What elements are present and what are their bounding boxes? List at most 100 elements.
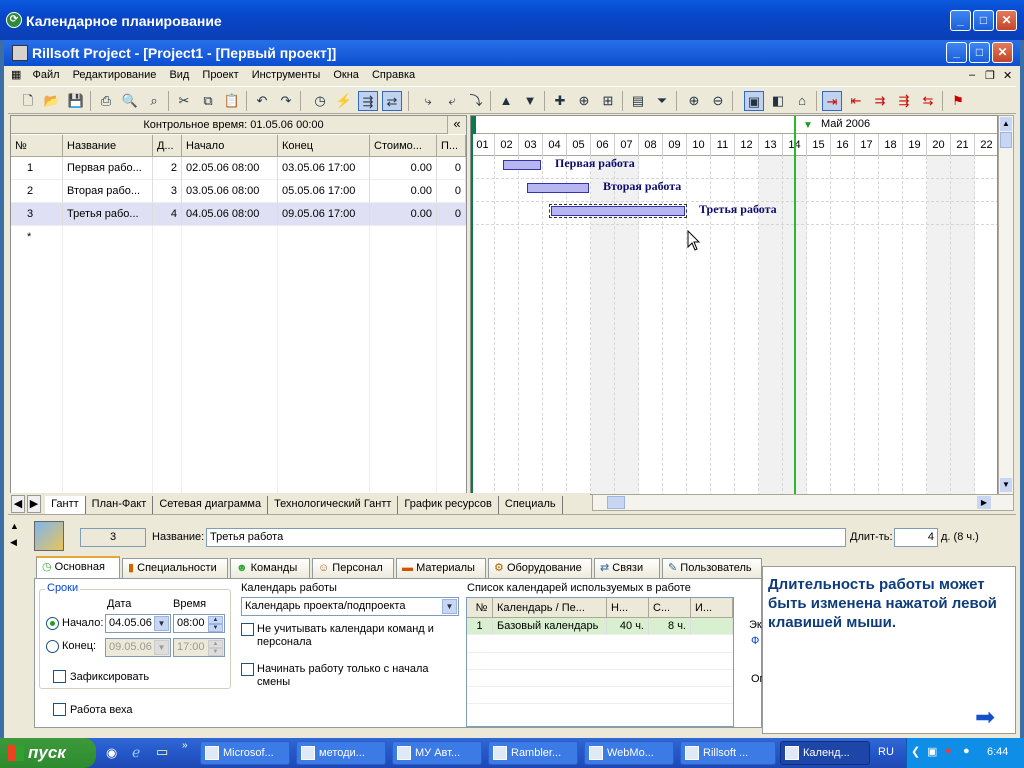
arrows-2-icon[interactable]: ⇤ bbox=[846, 91, 866, 111]
start-button[interactable]: пуск bbox=[0, 738, 96, 768]
tray-expand-icon[interactable]: ❮ bbox=[911, 745, 920, 758]
tab-network[interactable]: Сетевая диаграмма bbox=[153, 496, 269, 514]
fixed-checkbox[interactable] bbox=[53, 670, 66, 683]
tab-scroll-right-icon[interactable]: ▶ bbox=[27, 495, 41, 513]
arrows-4-icon[interactable]: ⇶ bbox=[894, 91, 914, 111]
outdent-icon[interactable]: ⤶ bbox=[442, 91, 462, 111]
next-arrow-icon[interactable]: ➡ bbox=[975, 703, 995, 732]
outer-title-bar[interactable]: ⟳ Календарное планирование _ □ ✕ bbox=[0, 0, 1024, 40]
quicklaunch-more-icon[interactable]: » bbox=[182, 740, 188, 751]
print-preview-icon[interactable]: 🔍 bbox=[120, 91, 140, 111]
row-name[interactable]: Вторая рабо... bbox=[63, 180, 153, 203]
copy-icon[interactable]: ⧉ bbox=[198, 91, 218, 111]
arrows-5-icon[interactable]: ⇆ bbox=[918, 91, 938, 111]
row-end[interactable]: 05.05.06 17:00 bbox=[278, 180, 370, 203]
subtab-personnel[interactable]: ☺ Персонал bbox=[312, 558, 394, 579]
chevron-down-icon[interactable]: ▼ bbox=[442, 599, 457, 614]
row-p[interactable]: 0 bbox=[437, 157, 466, 180]
inner-maximize-button[interactable]: □ bbox=[969, 42, 990, 63]
tab-tech-gantt[interactable]: Технологический Гантт bbox=[268, 496, 399, 514]
ignore-team-cal-checkbox[interactable] bbox=[241, 623, 254, 636]
messenger-icon[interactable]: ● bbox=[963, 745, 970, 757]
undo-icon[interactable]: ↶ bbox=[252, 91, 272, 111]
menu-edit[interactable]: Редактирование bbox=[68, 67, 162, 83]
subtab-user[interactable]: ✎ Пользователь bbox=[662, 558, 762, 579]
antivirus-icon[interactable]: ● bbox=[945, 745, 952, 757]
arrows-3-icon[interactable]: ⇉ bbox=[870, 91, 890, 111]
taskbar-item[interactable]: Microsof... bbox=[200, 741, 290, 765]
spin-up-icon[interactable]: ▲ bbox=[208, 616, 223, 624]
row-cost[interactable]: 0.00 bbox=[370, 157, 437, 180]
row-p[interactable]: 0 bbox=[437, 203, 466, 226]
zoom-in-icon[interactable]: ⊕ bbox=[684, 91, 704, 111]
inner-minimize-button[interactable]: _ bbox=[946, 42, 967, 63]
menu-help[interactable]: Справка bbox=[367, 67, 420, 83]
subtab-teams[interactable]: ☻ Команды bbox=[230, 558, 310, 579]
find-icon[interactable]: ⌕ bbox=[144, 91, 164, 111]
inner-title-bar[interactable]: Rillsoft Project - [Project1 - [Первый п… bbox=[4, 40, 1020, 66]
mdi-minimize-icon[interactable]: – bbox=[964, 67, 980, 83]
col-header-duration[interactable]: Д... bbox=[153, 135, 182, 157]
row-duration[interactable]: 3 bbox=[153, 180, 182, 203]
mdi-close-icon[interactable]: ✕ bbox=[998, 67, 1017, 84]
gantt-task-bar[interactable] bbox=[527, 183, 589, 193]
row-name[interactable]: Первая рабо... bbox=[63, 157, 153, 180]
subtab-main[interactable]: ◷ Основная bbox=[36, 556, 120, 579]
print-icon[interactable]: ⎙ bbox=[96, 91, 116, 111]
start-date-field[interactable]: 04.05.06 ▼ bbox=[105, 614, 171, 633]
row-duration[interactable]: 2 bbox=[153, 157, 182, 180]
subtab-links[interactable]: ⇄ Связи bbox=[594, 558, 660, 579]
tab-plan-fact[interactable]: План-Факт bbox=[86, 496, 154, 514]
network-icon[interactable]: ▣ bbox=[927, 745, 937, 758]
panel-up-icon[interactable]: ▲ bbox=[10, 521, 19, 531]
milestone-icon[interactable]: ⚑ bbox=[948, 91, 968, 111]
gantt-chart[interactable]: ▼ Май 2006 01020304050607080910111213141… bbox=[470, 115, 998, 495]
view-mode-2-icon[interactable]: ⇄ bbox=[382, 91, 402, 111]
scroll-thumb[interactable] bbox=[1000, 132, 1012, 148]
milestone-checkbox[interactable] bbox=[53, 703, 66, 716]
menu-file[interactable]: Файл bbox=[27, 67, 64, 83]
gantt-horizontal-scrollbar[interactable]: ▶ bbox=[592, 494, 1014, 511]
tab-scroll-left-icon[interactable]: ◀ bbox=[11, 495, 25, 513]
inner-close-button[interactable]: ✕ bbox=[992, 42, 1013, 63]
paste-icon[interactable]: 📋 bbox=[222, 91, 242, 111]
calendar-select[interactable]: Календарь проекта/подпроекта ▼ bbox=[241, 597, 459, 616]
menu-app-icon[interactable]: ▦ bbox=[8, 66, 24, 83]
arrows-1-icon[interactable]: ⇥ bbox=[822, 91, 842, 111]
scroll-up-icon[interactable]: ▲ bbox=[1000, 117, 1012, 131]
new-row-marker[interactable]: * bbox=[11, 226, 63, 249]
calendar-list-table[interactable]: № Календарь / Пе... Н... С... И... 1 Баз… bbox=[466, 597, 734, 727]
outlook-icon[interactable]: ◉ bbox=[106, 745, 117, 761]
menu-view[interactable]: Вид bbox=[164, 67, 194, 83]
maximize-button[interactable]: □ bbox=[973, 10, 994, 31]
tab-resource-graph[interactable]: График ресурсов bbox=[398, 496, 499, 514]
move-down-icon[interactable]: ▼ bbox=[520, 91, 540, 111]
cal-col-num[interactable]: № bbox=[467, 598, 493, 618]
open-icon[interactable]: 📂 bbox=[42, 91, 62, 111]
taskbar-item[interactable]: WebMo... bbox=[584, 741, 674, 765]
row-start[interactable]: 02.05.06 08:00 bbox=[182, 157, 278, 180]
panel-left-icon[interactable]: ◀ bbox=[10, 537, 17, 548]
language-indicator[interactable]: RU bbox=[878, 746, 894, 758]
clock[interactable]: 6:44 bbox=[987, 746, 1008, 758]
new-icon[interactable]: 🗋 bbox=[18, 91, 38, 111]
start-time-field[interactable]: 08:00 ▲ ▼ bbox=[173, 614, 225, 633]
row-start[interactable]: 04.05.06 08:00 bbox=[182, 203, 278, 226]
col-header-start[interactable]: Начало bbox=[182, 135, 278, 157]
export-icon[interactable]: ⌂ bbox=[792, 91, 812, 111]
subtab-specialties[interactable]: ▮ Специальности bbox=[122, 558, 228, 579]
gantt-task-bar[interactable] bbox=[549, 204, 687, 218]
row-name[interactable]: Третья рабо... bbox=[63, 203, 153, 226]
menu-project[interactable]: Проект bbox=[197, 67, 243, 83]
minimize-button[interactable]: _ bbox=[950, 10, 971, 31]
col-header-name[interactable]: Название bbox=[63, 135, 153, 157]
link-icon[interactable]: ⚡ bbox=[334, 91, 354, 111]
hscroll-right-icon[interactable]: ▶ bbox=[977, 496, 991, 509]
row-p[interactable]: 0 bbox=[437, 180, 466, 203]
collapse-grid-button[interactable]: « bbox=[447, 116, 466, 134]
menu-windows[interactable]: Окна bbox=[328, 67, 364, 83]
indent-icon[interactable]: ⤷ bbox=[418, 91, 438, 111]
view-mode-1-icon[interactable]: ⇶ bbox=[358, 91, 378, 111]
menu-tools[interactable]: Инструменты bbox=[247, 67, 326, 83]
row-cost[interactable]: 0.00 bbox=[370, 203, 437, 226]
